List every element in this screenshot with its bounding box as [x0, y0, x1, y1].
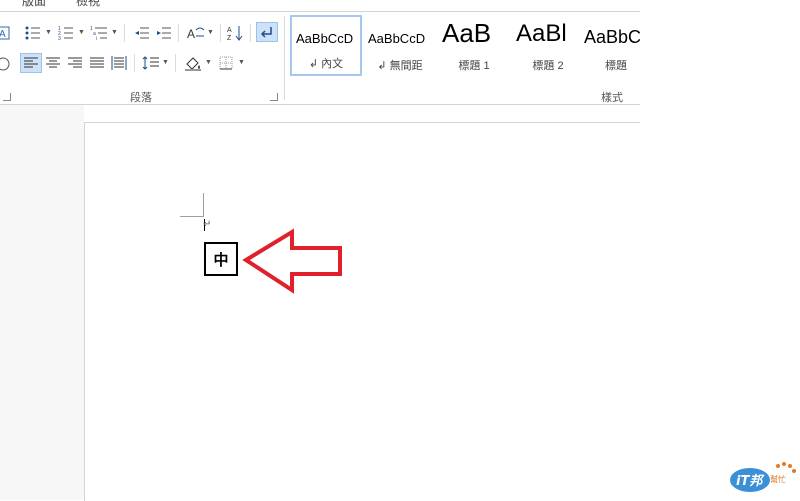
- style-heading-2[interactable]: AaBl 標題 2: [512, 15, 584, 76]
- divider: [220, 24, 221, 42]
- increase-indent-button[interactable]: [153, 23, 175, 43]
- svg-text:Z: Z: [227, 35, 232, 41]
- chevron-down-icon[interactable]: ▼: [205, 59, 212, 66]
- divider: [175, 54, 176, 72]
- bullets-button[interactable]: [22, 23, 44, 43]
- ithome-logo: iT邦 幫忙: [730, 462, 796, 492]
- blank-area: [640, 0, 800, 500]
- paragraph-mark: ↵: [203, 219, 212, 230]
- chevron-down-icon[interactable]: ▼: [238, 59, 245, 66]
- distributed-button[interactable]: [108, 53, 130, 73]
- paragraph-mark-icon: [260, 27, 272, 38]
- ribbon: 版面 檢視 A ▼ 123 ▼ 1ai ▼ A ▼ A Z ▼ ▼ ▼ 段落 A…: [0, 0, 640, 105]
- divider: [124, 24, 125, 42]
- group-divider: [284, 16, 285, 100]
- margin-corner-mark: [180, 216, 204, 217]
- borders-button[interactable]: [215, 53, 237, 73]
- show-formatting-marks-button[interactable]: [256, 22, 278, 42]
- style-title[interactable]: AaBbC 標題: [580, 15, 640, 76]
- styles-gallery: AaBbCcD ↲ 內文 AaBbCcD ↲ 無間距 AaB 標題 1 AaBl…: [288, 15, 640, 78]
- chevron-down-icon[interactable]: ▼: [45, 29, 52, 36]
- divider: [250, 24, 251, 42]
- justify-button[interactable]: [86, 53, 108, 73]
- align-right-icon: [68, 57, 82, 68]
- chevron-down-icon[interactable]: ▼: [162, 59, 169, 66]
- shading-icon: [185, 57, 201, 71]
- multilevel-list-icon: 1ai: [90, 26, 107, 40]
- style-heading-1[interactable]: AaB 標題 1: [438, 15, 510, 76]
- paragraph-group-launcher-icon[interactable]: [270, 93, 278, 101]
- document-gutter: [0, 105, 84, 500]
- sort-az-icon: AZ: [227, 26, 243, 41]
- align-left-icon: [24, 57, 38, 68]
- chinese-layout-icon: A: [187, 27, 205, 40]
- decrease-indent-icon: [135, 27, 149, 39]
- align-right-button[interactable]: [64, 53, 86, 73]
- enclose-character-icon[interactable]: [0, 54, 14, 74]
- chinese-layout-button[interactable]: A: [185, 23, 207, 43]
- style-no-spacing[interactable]: AaBbCcD ↲ 無間距: [364, 15, 436, 76]
- justify-icon: [90, 57, 104, 68]
- ribbon-tab-strip: 版面 檢視: [0, 0, 640, 12]
- chevron-down-icon[interactable]: ▼: [111, 29, 118, 36]
- svg-text:A: A: [0, 29, 6, 40]
- styles-group-label: 樣式: [601, 92, 623, 104]
- style-sample: AaBbCcD: [296, 31, 354, 46]
- numbered-list-icon: 123: [58, 26, 73, 40]
- increase-indent-icon: [157, 27, 171, 39]
- document-page[interactable]: [84, 122, 641, 501]
- divider: [178, 24, 179, 42]
- svg-text:幫忙: 幫忙: [770, 474, 786, 484]
- borders-icon: [219, 56, 233, 70]
- style-name: ↲ 內文: [308, 58, 344, 70]
- tab-layout[interactable]: 版面: [22, 0, 46, 9]
- style-sample: AaBbC: [584, 27, 640, 47]
- align-left-button[interactable]: [20, 53, 42, 73]
- style-name: 標題 2: [532, 60, 564, 72]
- style-normal[interactable]: AaBbCcD ↲ 內文: [290, 15, 362, 76]
- style-name: ↲ 無間距: [377, 60, 423, 72]
- svg-text:A: A: [187, 27, 195, 40]
- tab-view[interactable]: 檢視: [76, 0, 100, 9]
- style-sample: AaBl: [516, 20, 567, 47]
- decrease-indent-button[interactable]: [131, 23, 153, 43]
- style-name: 標題: [605, 60, 627, 72]
- chevron-down-icon[interactable]: ▼: [78, 29, 85, 36]
- align-center-button[interactable]: [42, 53, 64, 73]
- style-sample: AaB: [442, 18, 492, 48]
- shading-button[interactable]: [182, 53, 204, 73]
- margin-corner-mark: [203, 193, 204, 217]
- red-arrow-annotation: [242, 228, 342, 294]
- text-effects-icon[interactable]: A: [0, 23, 14, 43]
- svg-text:A: A: [227, 27, 232, 34]
- style-sample: AaBbCcD: [368, 31, 426, 46]
- line-spacing-icon: [142, 56, 159, 70]
- sort-button[interactable]: AZ: [225, 23, 247, 43]
- divider: [134, 54, 135, 72]
- svg-text:3: 3: [58, 36, 61, 40]
- numbering-button[interactable]: 123: [55, 23, 77, 43]
- multilevel-list-button[interactable]: 1ai: [88, 23, 110, 43]
- line-spacing-button[interactable]: [140, 53, 162, 73]
- svg-text:i: i: [96, 36, 97, 40]
- font-group-launcher-icon[interactable]: [3, 93, 11, 101]
- distributed-icon: [111, 56, 127, 70]
- align-center-icon: [46, 57, 60, 68]
- svg-text:iT邦: iT邦: [736, 473, 765, 489]
- ime-mode-indicator: 中: [204, 242, 238, 276]
- paragraph-group-label: 段落: [130, 92, 152, 104]
- style-name: 標題 1: [458, 60, 490, 72]
- chevron-down-icon[interactable]: ▼: [207, 29, 214, 36]
- bullet-list-icon: [25, 26, 40, 40]
